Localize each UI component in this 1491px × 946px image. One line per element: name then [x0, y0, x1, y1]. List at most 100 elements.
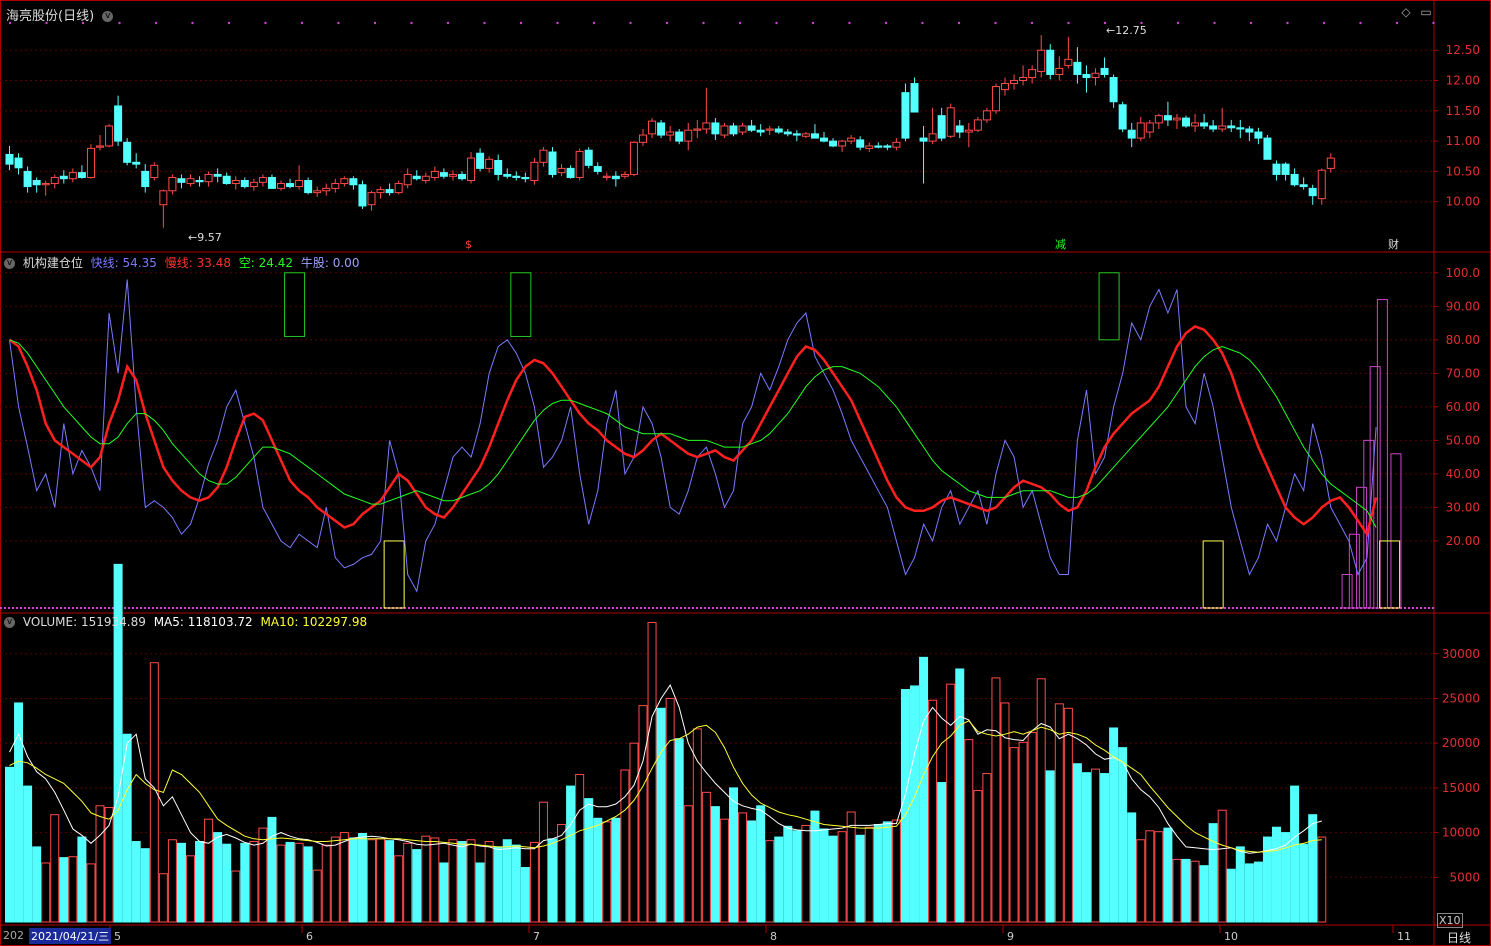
volume-bar [692, 728, 702, 923]
volume-bar [240, 842, 250, 923]
slow-line [8, 324, 1378, 538]
volume-label: VOLUME: [22, 615, 78, 629]
volume-bar [955, 668, 965, 923]
candle-body [810, 133, 819, 139]
volume-bar [828, 835, 838, 923]
volume-bar [566, 785, 576, 923]
candle-body [530, 161, 539, 182]
y-tick-label: 10000 [1442, 826, 1480, 840]
fast-line [9, 279, 1377, 593]
volume-bar [285, 841, 295, 923]
candle-body [684, 129, 693, 142]
date-cursor-label: 2021/04/21/三 [29, 928, 112, 944]
volume-bar [1118, 747, 1128, 923]
window-box-icon[interactable]: ▭ [1418, 4, 1434, 20]
candle-body [277, 183, 285, 189]
volume-bar [1253, 861, 1263, 923]
volume-bar [430, 837, 440, 923]
volume-bar [520, 866, 530, 923]
volume-collapse-icon[interactable]: v [4, 617, 15, 628]
volume-bar [195, 841, 205, 923]
candle-body [783, 131, 792, 135]
volume-bar [403, 842, 413, 923]
candle-body [1019, 77, 1028, 82]
diamond-icon[interactable]: ◇ [1398, 4, 1414, 20]
y-tick-label: 20.00 [1446, 534, 1480, 548]
ma5-value: 118103.72 [187, 615, 253, 629]
candle-body [1010, 80, 1019, 85]
candle-body [982, 110, 991, 121]
candle-body [648, 120, 657, 135]
volume-bar [1145, 830, 1155, 923]
volume-bar [466, 839, 476, 923]
volume-bar [59, 857, 69, 923]
volume-value: 151934.89 [80, 615, 146, 629]
candle-body [304, 180, 313, 194]
volume-bar [186, 855, 195, 923]
volume-bar [765, 840, 775, 923]
candle-body [86, 147, 95, 178]
candle-body [1082, 73, 1091, 79]
volume-bar [1163, 827, 1173, 923]
candle-body [639, 134, 647, 143]
candle-body [50, 176, 59, 185]
volume-bar [1081, 772, 1091, 923]
kong-line [9, 339, 1377, 528]
event-dot [519, 21, 523, 25]
volume-bar [575, 773, 585, 923]
volume-bar [276, 844, 286, 923]
stock-chart: 12.5012.0011.5011.0010.5010.00100.090.00… [0, 0, 1491, 946]
candle-body [838, 140, 847, 147]
candle-body [711, 122, 720, 135]
volume-bar [140, 848, 150, 923]
volume-bar [1317, 836, 1327, 923]
candle-body [593, 166, 602, 172]
candle-body [991, 86, 1000, 112]
period-label[interactable]: 日线 [1447, 929, 1471, 946]
candle-body [937, 115, 946, 139]
x-tick-label: 10 [1224, 930, 1238, 943]
volume-bar [1100, 773, 1110, 923]
event-dot [227, 21, 231, 25]
candle-body [394, 183, 403, 194]
volume-bar [448, 839, 458, 923]
volume-bar [1036, 678, 1046, 923]
candle-body [367, 192, 376, 206]
volume-bar [1091, 768, 1100, 923]
event-dot [775, 21, 778, 25]
volume-bar [348, 837, 358, 923]
volume-bar [738, 812, 748, 923]
ma10-label: MA10: [260, 615, 299, 629]
event-dot [592, 21, 596, 25]
volume-bar [1181, 858, 1191, 923]
event-dot [1030, 21, 1034, 25]
volume-bar [1045, 770, 1055, 923]
event-dot [1432, 21, 1435, 25]
volume-bar [701, 791, 711, 923]
volume-bar [710, 806, 720, 923]
event-dot [118, 21, 121, 25]
candle-body [322, 187, 331, 192]
event-dot [1286, 21, 1289, 25]
candle-body [1326, 157, 1335, 169]
volume-bar [1208, 823, 1218, 923]
slow-label: 慢线: [164, 256, 193, 270]
event-dot [154, 21, 158, 25]
candle-body [611, 175, 620, 180]
candle-body [820, 137, 828, 142]
indicator-collapse-icon[interactable]: v [4, 258, 15, 269]
volume-bar [1308, 814, 1318, 923]
volume-bar [1244, 863, 1254, 923]
candle-body [720, 125, 729, 136]
candle-body [548, 151, 557, 175]
volume-bar [475, 862, 485, 923]
event-label-cai: 财 [1388, 237, 1399, 251]
candle-body [258, 176, 267, 183]
collapse-icon[interactable]: v [102, 11, 114, 22]
candle-body [231, 180, 240, 185]
candle-body [150, 164, 159, 178]
volume-bar [810, 810, 820, 923]
candle-body [539, 149, 548, 163]
volume-bar [928, 699, 938, 923]
volume-bar [77, 836, 87, 923]
